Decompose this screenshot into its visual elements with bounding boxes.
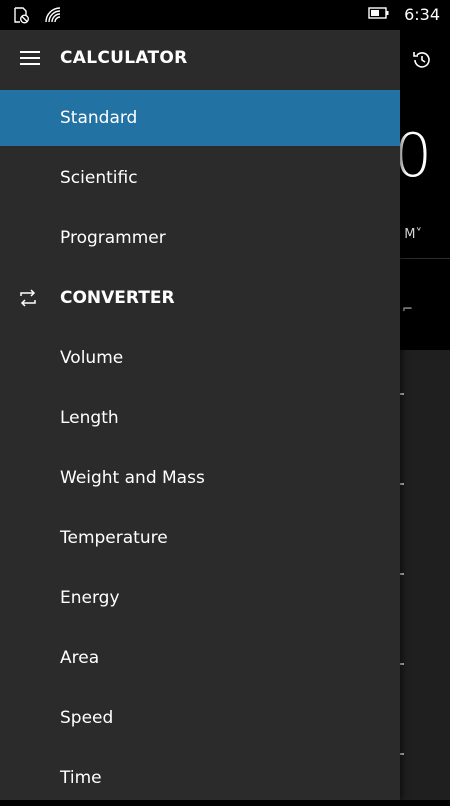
keypad-fragment [400, 573, 404, 575]
nav-item-label: Length [60, 408, 119, 428]
nav-item-area[interactable]: Area [0, 630, 400, 686]
nav-item-label: Weight and Mass [60, 468, 205, 488]
nav-item-label: Programmer [60, 228, 166, 248]
drawer-header: CALCULATOR [0, 30, 400, 90]
status-bar: 6:34 [0, 0, 450, 30]
nav-item-label: Temperature [60, 528, 168, 548]
converter-title: CONVERTER [60, 288, 175, 308]
nav-item-label: Area [60, 648, 100, 668]
hamburger-menu-icon[interactable] [20, 51, 40, 67]
nav-item-speed[interactable]: Speed [0, 690, 400, 746]
nav-item-volume[interactable]: Volume [0, 330, 400, 386]
button-fragment[interactable]: ⌐ [402, 302, 413, 317]
keypad-fragment [400, 753, 404, 755]
navigation-drawer: CALCULATOR Standard Scientific Programme… [0, 30, 400, 800]
converter-section-header: CONVERTER [0, 270, 400, 326]
memory-button[interactable]: M˅ [404, 227, 422, 242]
nav-item-scientific[interactable]: Scientific [0, 150, 400, 206]
keypad-fragment [400, 393, 404, 395]
battery-icon [368, 5, 390, 24]
keypad-fragment [400, 663, 404, 665]
nav-item-programmer[interactable]: Programmer [0, 210, 400, 266]
clock-time: 6:34 [404, 5, 440, 24]
keypad-fragment [400, 483, 404, 485]
nav-item-temperature[interactable]: Temperature [0, 510, 400, 566]
nav-item-label: Energy [60, 588, 120, 608]
nav-item-length[interactable]: Length [0, 390, 400, 446]
nav-item-weight-and-mass[interactable]: Weight and Mass [0, 450, 400, 506]
nav-item-label: Time [60, 768, 102, 788]
app-title: CALCULATOR [60, 48, 188, 68]
nav-item-standard[interactable]: Standard [0, 90, 400, 146]
wifi-icon [44, 6, 62, 28]
history-icon[interactable] [410, 48, 434, 72]
nav-item-time[interactable]: Time [0, 750, 400, 806]
nav-item-label: Volume [60, 348, 124, 368]
nav-item-label: Scientific [60, 168, 138, 188]
display-divider [400, 258, 450, 259]
converter-icon [17, 289, 39, 307]
nav-item-label: Speed [60, 708, 114, 728]
nav-item-label: Standard [60, 108, 138, 128]
data-saver-icon [12, 6, 30, 28]
nav-item-energy[interactable]: Energy [0, 570, 400, 626]
